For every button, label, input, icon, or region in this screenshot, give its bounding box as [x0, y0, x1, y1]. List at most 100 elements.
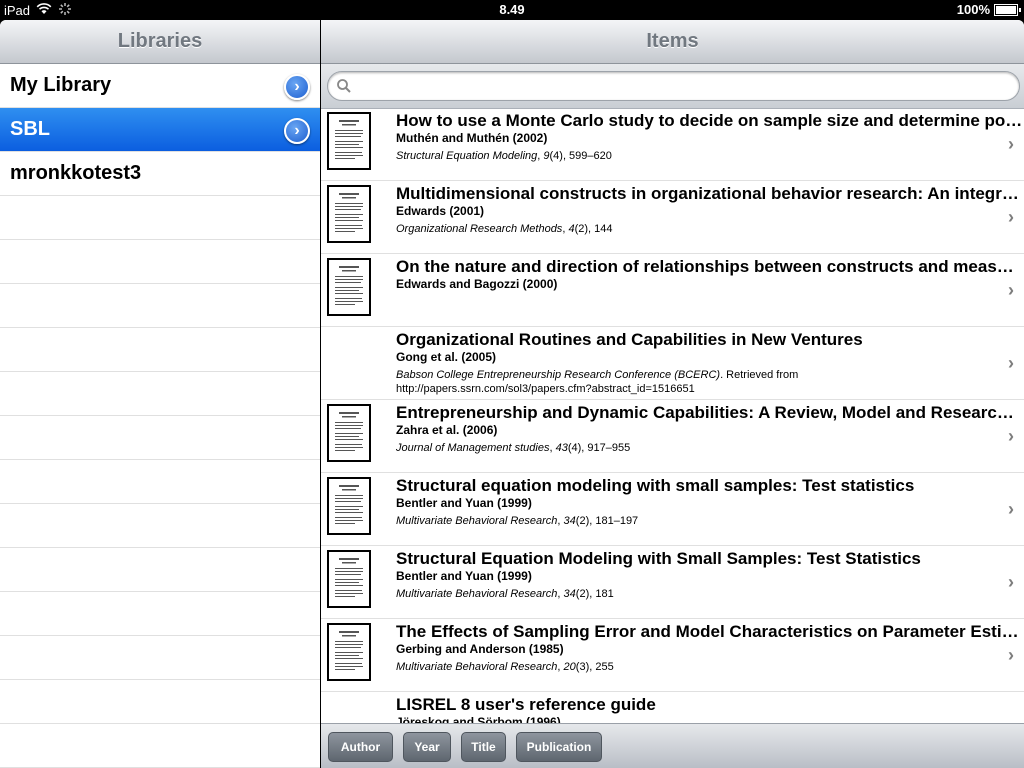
item-author: Muthén and Muthén (2002) [396, 131, 548, 145]
library-item-sbl[interactable]: SBL › [0, 108, 320, 152]
item-title: Multidimensional constructs in organizat… [396, 184, 1024, 203]
item-thumbnail [327, 185, 371, 243]
sort-author-button[interactable]: Author [328, 732, 393, 762]
item-volume: 43 [555, 442, 568, 454]
detail-disclosure-icon[interactable]: › [284, 118, 310, 144]
item-title: Organizational Routines and Capabilities… [396, 330, 863, 349]
item-issue-pages: (4), 599–620 [549, 150, 612, 162]
sort-year-button[interactable]: Year [403, 732, 451, 762]
item-citation: Organizational Research Methods, 4(2), 1… [396, 222, 984, 236]
search-input[interactable] [356, 76, 1009, 98]
item-issue-pages: (2), 181 [575, 588, 614, 600]
item-author: Zahra et al. (2006) [396, 423, 498, 437]
sort-title-button[interactable]: Title [461, 732, 506, 762]
status-time: 8.49 [499, 2, 525, 17]
item-issue-pages: (2), 144 [574, 223, 613, 235]
item-volume: 20 [563, 661, 576, 673]
item-author: Bentler and Yuan (1999) [396, 496, 532, 510]
item-author: Gerbing and Anderson (1985) [396, 642, 564, 656]
items-list: How to use a Monte Carlo study to decide… [321, 108, 1024, 726]
item-row[interactable]: LISREL 8 user's reference guide Jöreskog … [321, 692, 1024, 726]
libraries-pane: Libraries My Library › SBL › mronkkotest… [0, 20, 320, 768]
item-row[interactable]: Organizational Routines and Capabilities… [321, 327, 1024, 400]
chevron-right-icon: › [1008, 353, 1014, 373]
library-label: My Library [10, 74, 112, 96]
item-row[interactable]: On the nature and direction of relations… [321, 254, 1024, 327]
item-issue-pages: . Retrieved from [720, 369, 799, 381]
item-issue-pages: (4), 917–955 [567, 442, 631, 454]
search-bar [321, 64, 1024, 109]
detail-disclosure-icon[interactable]: › [284, 74, 310, 100]
item-title: LISREL 8 user's reference guide [396, 695, 656, 714]
item-volume: 34 [563, 588, 576, 600]
libraries-title: Libraries [0, 20, 320, 64]
item-citation: Babson College Entrepreneurship Research… [396, 368, 984, 396]
sort-publication-button[interactable]: Publication [516, 732, 602, 762]
item-citation: Multivariate Behavioral Research, 20(3),… [396, 660, 984, 674]
item-volume: 34 [563, 515, 576, 527]
empty-row [0, 416, 320, 460]
search-field[interactable] [327, 71, 1020, 101]
item-row[interactable]: The Effects of Sampling Error and Model … [321, 619, 1024, 692]
chevron-right-icon: › [1008, 645, 1014, 665]
item-journal: Babson College Entrepreneurship Research… [396, 369, 721, 381]
item-title: How to use a Monte Carlo study to decide… [396, 111, 1024, 130]
item-citation: Journal of Management studies, 43(4), 91… [396, 441, 984, 455]
empty-row [0, 548, 320, 592]
empty-row [0, 372, 320, 416]
items-pane: Items How to use a Monte Carlo study to … [321, 20, 1024, 768]
item-title: On the nature and direction of relations… [396, 257, 1024, 276]
item-row[interactable]: Structural equation modeling with small … [321, 473, 1024, 546]
item-journal: Organizational Research Methods [396, 223, 563, 235]
empty-row [0, 284, 320, 328]
item-journal: Multivariate Behavioral Research [396, 588, 558, 600]
empty-row [0, 240, 320, 284]
chevron-right-icon: › [1008, 499, 1014, 519]
item-journal: Structural Equation Modeling [396, 150, 538, 162]
item-title: Structural Equation Modeling with Small … [396, 549, 921, 568]
status-right: 100% [956, 2, 1021, 17]
item-author: Gong et al. (2005) [396, 350, 497, 364]
item-row[interactable]: Entrepreneurship and Dynamic Capabilitie… [321, 400, 1024, 473]
chevron-right-icon: › [1008, 207, 1014, 227]
library-item-mronkkotest3[interactable]: mronkkotest3 [0, 152, 320, 196]
empty-row [0, 504, 320, 548]
battery-icon [994, 3, 1021, 16]
item-thumbnail [327, 258, 371, 316]
status-bar: iPad 8.49 100% [0, 0, 1024, 20]
empty-row [0, 328, 320, 372]
item-journal: Journal of Management studies [396, 442, 550, 454]
item-citation: Multivariate Behavioral Research, 34(2),… [396, 587, 984, 601]
chevron-right-icon: › [1008, 426, 1014, 446]
item-journal: Multivariate Behavioral Research [396, 661, 558, 673]
items-title: Items [321, 20, 1024, 64]
empty-row [0, 592, 320, 636]
search-icon [336, 78, 352, 99]
chevron-right-icon: › [1008, 134, 1014, 154]
library-label: SBL [10, 118, 50, 140]
item-citation: Multivariate Behavioral Research, 34(2),… [396, 514, 984, 528]
item-title: Structural equation modeling with small … [396, 476, 915, 495]
item-issue-pages: (3), 255 [575, 661, 614, 673]
item-thumbnail [327, 477, 371, 535]
empty-row [0, 724, 320, 768]
battery-percent: 100% [956, 2, 990, 17]
item-thumbnail [327, 404, 371, 462]
libraries-list: My Library › SBL › mronkkotest3 [0, 64, 320, 768]
empty-row [0, 636, 320, 680]
empty-row [0, 680, 320, 724]
item-citation: Structural Equation Modeling, 9(4), 599–… [396, 149, 984, 163]
item-row[interactable]: Structural Equation Modeling with Small … [321, 546, 1024, 619]
item-thumbnail [327, 623, 371, 681]
item-row[interactable]: Multidimensional constructs in organizat… [321, 181, 1024, 254]
item-row[interactable]: How to use a Monte Carlo study to decide… [321, 108, 1024, 181]
item-author: Edwards and Bagozzi (2000) [396, 277, 558, 291]
item-journal: Multivariate Behavioral Research [396, 515, 558, 527]
library-item-my-library[interactable]: My Library › [0, 64, 320, 108]
item-thumbnail [327, 550, 371, 608]
item-issue-pages: (2), 181–197 [575, 515, 639, 527]
item-thumbnail [327, 112, 371, 170]
chevron-right-icon: › [1008, 280, 1014, 300]
item-title: Entrepreneurship and Dynamic Capabilitie… [396, 403, 1024, 422]
item-author: Bentler and Yuan (1999) [396, 569, 532, 583]
